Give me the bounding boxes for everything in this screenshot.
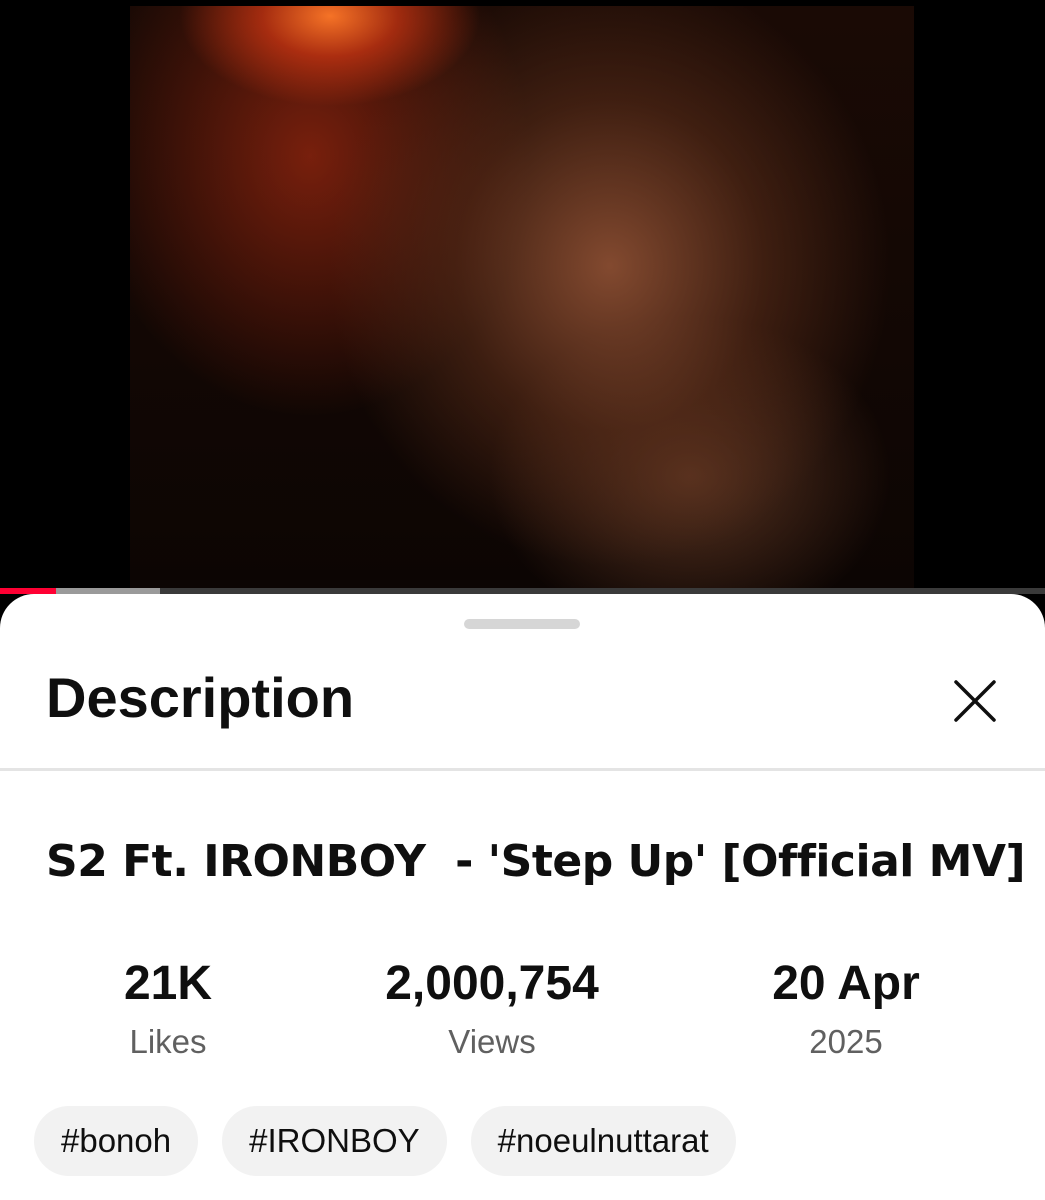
close-button[interactable] — [948, 674, 1002, 728]
hashtag-list: #bonoh #IRONBOY #noeulnuttarat — [34, 1106, 736, 1176]
hashtag-chip[interactable]: #IRONBOY — [222, 1106, 447, 1176]
video-title: S2 Ft. IRONBOY - 'Step Up' [Official MV] — [46, 836, 1026, 887]
likes-count: 21K — [123, 957, 213, 1010]
sheet-title: Description — [46, 666, 355, 729]
divider — [0, 768, 1045, 771]
views-label: Views — [448, 1023, 536, 1060]
drag-handle[interactable] — [464, 619, 580, 629]
publish-year: 2025 — [809, 1023, 883, 1060]
publish-date: 20 Apr — [772, 957, 920, 1010]
hashtag-chip[interactable]: #noeulnuttarat — [470, 1106, 736, 1176]
description-sheet: Description S2 Ft. IRONBOY - 'Step Up' [… — [0, 594, 1045, 1200]
video-player[interactable] — [0, 0, 1045, 595]
hashtag-chip[interactable]: #bonoh — [34, 1106, 199, 1176]
close-icon — [954, 680, 996, 722]
app-root: Description S2 Ft. IRONBOY - 'Step Up' [… — [0, 0, 1045, 1200]
views-count: 2,000,754 — [385, 957, 599, 1010]
likes-stat: 21K Likes — [88, 956, 248, 1062]
likes-label: Likes — [129, 1023, 207, 1060]
date-stat: 20 Apr 2025 — [736, 956, 956, 1062]
views-stat: 2,000,754 Views — [342, 956, 642, 1062]
video-frame-image[interactable] — [130, 6, 914, 592]
